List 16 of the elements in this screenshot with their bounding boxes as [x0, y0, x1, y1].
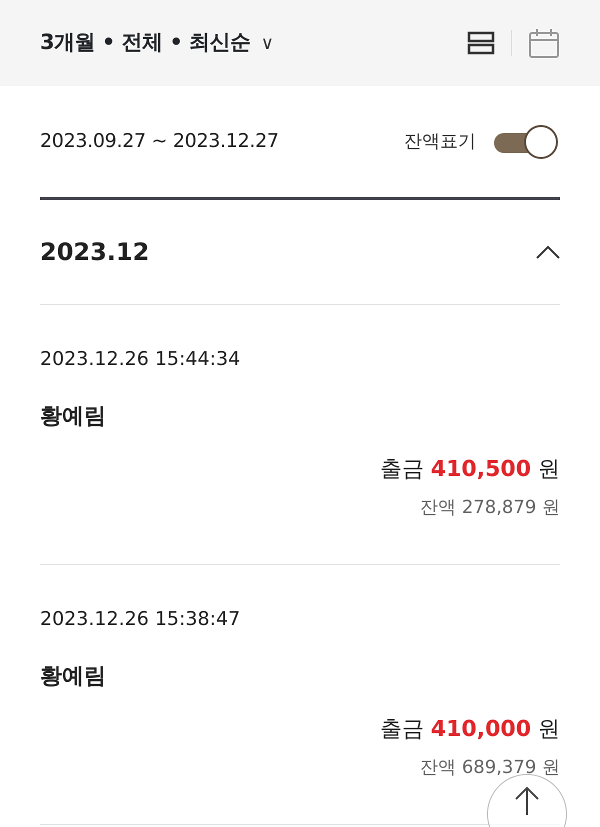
- calendar-icon[interactable]: [528, 27, 560, 59]
- collapse-icon[interactable]: [536, 245, 560, 259]
- date-range: 2023.09.27 ~ 2023.12.27: [40, 129, 279, 154]
- toggle-label: 잔액표기: [404, 130, 476, 154]
- transaction-time: 2023.12.26 15:38:47: [40, 607, 242, 632]
- payee-name: 황예림: [40, 662, 107, 690]
- transaction-amount: 출금 410,500 원: [380, 456, 560, 482]
- balance-text: 잔액 278,879 원: [420, 496, 560, 518]
- month-heading: 2023.12: [40, 237, 150, 268]
- transaction-amount: 출금 410,000 원: [380, 716, 560, 742]
- list-view-icon[interactable]: [467, 31, 495, 55]
- filter-dropdown[interactable]: 3개월 • 전체 • 최신순 ∨: [40, 27, 274, 59]
- balance-text: 잔액 689,379 원: [420, 756, 560, 778]
- balance-toggle[interactable]: [492, 124, 560, 158]
- transaction-time: 2023.12.26 15:44:34: [40, 347, 242, 372]
- payee-name: 황예림: [40, 402, 107, 430]
